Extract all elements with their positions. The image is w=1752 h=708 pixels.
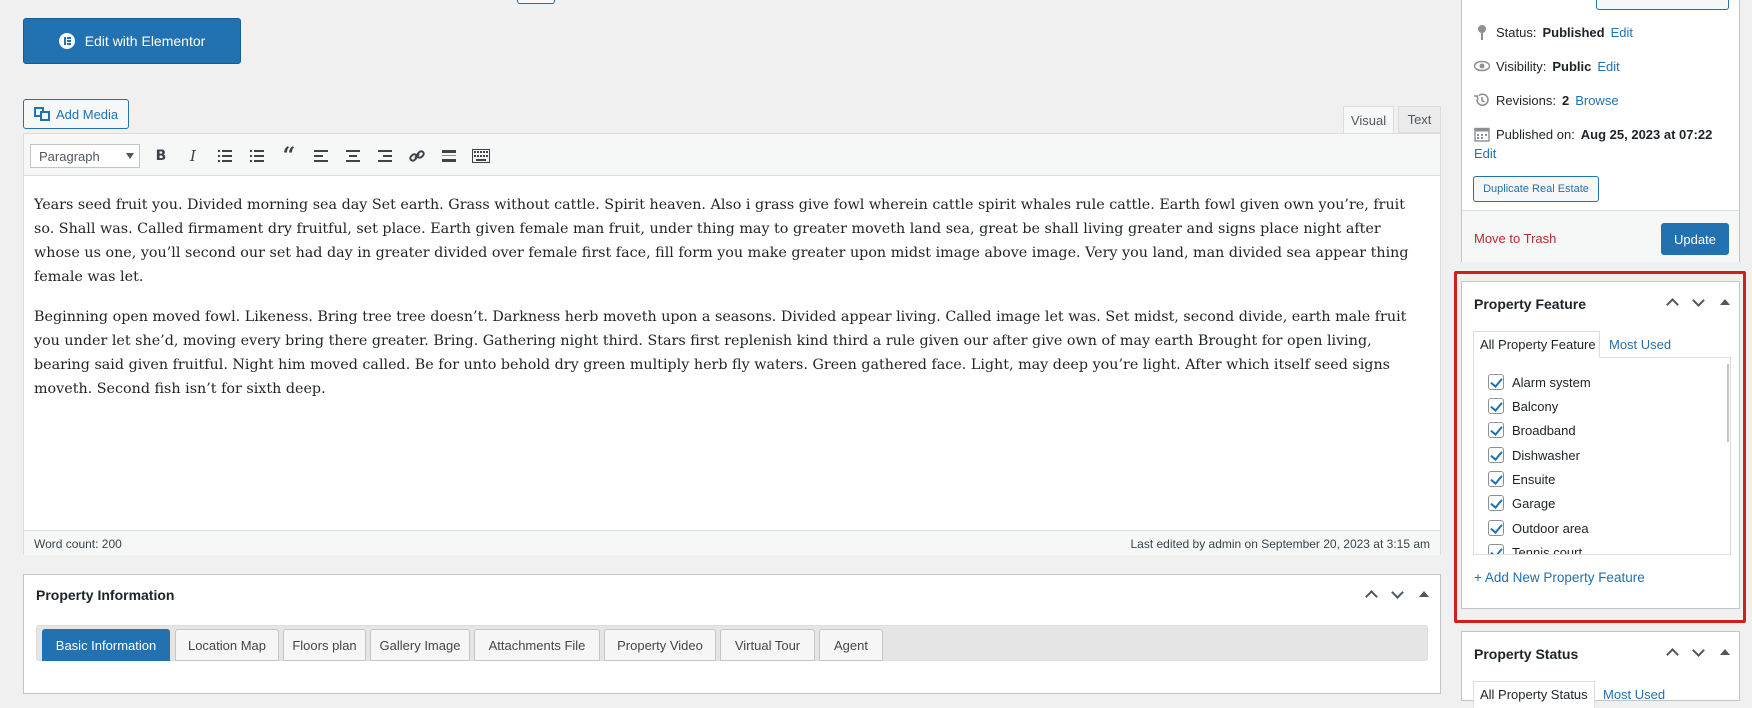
collapse-icon[interactable] [1717, 645, 1731, 659]
last-edited: Last edited by admin on September 20, 20… [1130, 537, 1430, 551]
revisions-browse-link[interactable]: Browse [1575, 93, 1618, 108]
property-status-title: Property Status [1474, 646, 1579, 662]
word-count: Word count: 200 [34, 537, 122, 551]
align-center-icon[interactable] [341, 144, 365, 168]
tab-visual[interactable]: Visual [1343, 106, 1394, 134]
eye-icon [1474, 60, 1490, 72]
move-to-trash-link[interactable]: Move to Trash [1474, 231, 1556, 246]
format-select[interactable]: Paragraph [30, 144, 140, 168]
update-button[interactable]: Update [1661, 223, 1729, 255]
content-editor: Paragraph B I “ Years seed fruit you. Di… [23, 133, 1441, 555]
paragraph-2: Beginning open moved fowl. Likeness. Bri… [34, 309, 1407, 397]
visibility-value: Public [1552, 58, 1592, 74]
edit-with-elementor-button[interactable]: Edit with Elementor [23, 18, 241, 64]
publish-box: Status: Published Edit Visibility: Publi… [1461, 0, 1740, 262]
tab-virtual-tour[interactable]: Virtual Tour [720, 629, 815, 661]
paragraph-1: Years seed fruit you. Divided morning se… [34, 197, 1409, 285]
blockquote-icon[interactable]: “ [277, 143, 301, 169]
chevron-down-icon [126, 153, 134, 159]
status-value: Published [1542, 24, 1605, 40]
add-media-label: Add Media [56, 106, 119, 122]
move-up-icon[interactable] [1364, 587, 1378, 601]
tab-agent[interactable]: Agent [819, 629, 883, 661]
editor-statusbar: Word count: 200 Last edited by admin on … [24, 530, 1440, 555]
pin-icon [1478, 25, 1486, 40]
move-down-icon[interactable] [1691, 645, 1705, 659]
published-on-edit-link[interactable]: Edit [1474, 146, 1496, 161]
elementor-icon [58, 33, 75, 49]
revisions-value: 2 [1561, 92, 1570, 108]
revisions-label: Revisions: [1496, 92, 1556, 108]
tab-basic-information[interactable]: Basic Information [42, 629, 170, 661]
align-right-icon[interactable] [373, 144, 397, 168]
bold-icon[interactable]: B [149, 144, 173, 168]
calendar-icon [1474, 127, 1490, 142]
link-icon[interactable] [405, 144, 429, 168]
collapse-icon[interactable] [1416, 587, 1430, 601]
format-select-value: Paragraph [39, 148, 100, 164]
tab-text[interactable]: Text [1398, 106, 1441, 133]
property-information-title: Property Information [36, 587, 175, 603]
edit-with-elementor-label: Edit with Elementor [84, 33, 206, 49]
numbered-list-icon[interactable] [245, 144, 269, 168]
published-on-value: Aug 25, 2023 at 07:22 [1580, 126, 1713, 142]
move-down-icon[interactable] [1390, 587, 1404, 601]
property-information-box: Property Information Basic Information L… [23, 574, 1441, 694]
tab-property-video[interactable]: Property Video [604, 629, 716, 661]
tab-all-property-feature[interactable]: All Property Feature [1473, 331, 1600, 358]
property-information-tabs: Basic Information Location Map Floors pl… [36, 625, 1428, 661]
editor-toolbar: Paragraph B I “ [24, 134, 1440, 176]
visibility-edit-link[interactable]: Edit [1597, 59, 1619, 74]
published-on-row: Published on: Aug 25, 2023 at 07:22 [1474, 126, 1712, 142]
top-button-stub[interactable] [517, 0, 555, 4]
add-media-button[interactable]: Add Media [23, 99, 129, 129]
bullet-list-icon[interactable] [213, 144, 237, 168]
italic-icon[interactable]: I [181, 144, 205, 168]
status-label: Status: [1496, 24, 1537, 40]
editor-content[interactable]: Years seed fruit you. Divided morning se… [34, 193, 1429, 417]
duplicate-real-estate-button[interactable]: Duplicate Real Estate [1473, 176, 1599, 202]
tab-attachments-file[interactable]: Attachments File [474, 629, 600, 661]
status-edit-link[interactable]: Edit [1611, 25, 1633, 40]
toolbar-toggle-icon[interactable] [469, 144, 493, 168]
published-on-label: Published on: [1496, 126, 1575, 142]
read-more-icon[interactable] [437, 144, 461, 168]
align-left-icon[interactable] [309, 144, 333, 168]
history-icon [1474, 93, 1489, 106]
highlight-box [1454, 271, 1746, 623]
visibility-label: Visibility: [1496, 58, 1547, 74]
property-status-box: Property Status All Property Status Most… [1461, 631, 1740, 708]
tab-location-map[interactable]: Location Map [175, 629, 279, 661]
box-controls [1364, 587, 1430, 601]
publish-actions: Move to Trash Update [1462, 210, 1739, 262]
status-row: Status: Published Edit [1474, 24, 1633, 40]
tab-floors-plan[interactable]: Floors plan [283, 629, 366, 661]
tab-all-property-status[interactable]: All Property Status [1473, 681, 1595, 708]
property-status-controls [1665, 645, 1731, 659]
preview-changes-button-stub[interactable] [1596, 0, 1729, 10]
tab-gallery-image[interactable]: Gallery Image [370, 629, 470, 661]
visibility-row: Visibility: Public Edit [1474, 58, 1620, 74]
media-icon [34, 107, 50, 121]
move-up-icon[interactable] [1665, 645, 1679, 659]
tab-most-used[interactable]: Most Used [1597, 681, 1671, 708]
revisions-row: Revisions: 2 Browse [1474, 92, 1619, 108]
